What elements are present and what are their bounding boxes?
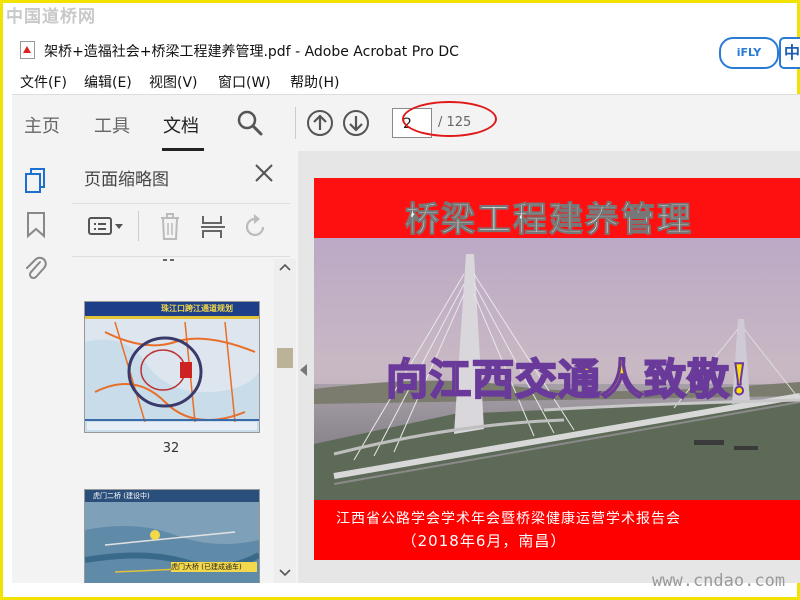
previous-thumbnail-label-fragment xyxy=(163,259,174,261)
pdf-file-icon xyxy=(20,41,35,59)
thumbnails-list: 珠江口跨江通道规划 32 虎门二桥 (建设中) 虎门大桥 (已建成通车) xyxy=(64,259,274,583)
menu-file[interactable]: 文件(F) xyxy=(20,72,67,92)
thumbnail-page-32[interactable]: 珠江口跨江通道规划 xyxy=(84,301,260,433)
pdf-page: 桥梁工程建养管理 向江西交通人致敬! 江西省公路学会学术年会暨桥梁健康运营学术报… xyxy=(314,178,800,560)
toolbar-separator xyxy=(295,107,296,139)
ifly-logo: iFLY xyxy=(719,37,779,69)
footer-conference-name: 江西省公路学会学术年会暨桥梁健康运营学术报告会 xyxy=(336,511,681,527)
thumbnail-options-icon[interactable] xyxy=(88,215,126,239)
previous-page-icon[interactable] xyxy=(306,109,334,137)
page-heading: 桥梁工程建养管理 xyxy=(405,200,693,241)
bookmark-icon[interactable] xyxy=(25,211,47,239)
thumbnail-page-33[interactable]: 虎门二桥 (建设中) 虎门大桥 (已建成通车) xyxy=(84,489,260,583)
scroll-down-icon[interactable] xyxy=(279,569,291,577)
map-thumbnail-image xyxy=(85,302,259,432)
menu-help[interactable]: 帮助(H) xyxy=(290,72,339,92)
page-footer-banner: 江西省公路学会学术年会暨桥梁健康运营学术报告会 （2018年6月，南昌） xyxy=(314,500,800,560)
thumbnail-page-label: 32 xyxy=(162,441,180,456)
ifly-input-widget[interactable]: iFLY 中 xyxy=(716,33,800,69)
close-icon[interactable] xyxy=(252,161,276,185)
panel-divider xyxy=(72,203,290,204)
ifly-language-indicator[interactable]: 中 xyxy=(779,37,800,69)
thumbnail-panel: 页面缩略图 珠江口跨江通道规划 32 虎门二桥 (建设中) 虎门大桥 (已建成通… xyxy=(64,151,299,583)
tab-document[interactable]: 文档 xyxy=(163,112,199,138)
thumbnail-heading: 虎门二桥 (建设中) xyxy=(93,492,150,500)
scrollbar-thumb[interactable] xyxy=(277,348,293,368)
attachment-icon[interactable] xyxy=(24,254,48,282)
page-slogan: 向江西交通人致敬! xyxy=(385,354,750,405)
annotation-ellipse xyxy=(402,101,497,137)
next-page-icon[interactable] xyxy=(342,109,370,137)
search-icon[interactable] xyxy=(236,109,264,137)
window-title: 架桥+造福社会+桥梁工程建养管理.pdf - Adobe Acrobat Pro… xyxy=(44,44,459,60)
menu-edit[interactable]: 编辑(E) xyxy=(84,72,132,92)
rotate-icon[interactable] xyxy=(241,213,269,241)
document-view[interactable]: 桥梁工程建养管理 向江西交通人致敬! 江西省公路学会学术年会暨桥梁健康运营学术报… xyxy=(298,151,800,583)
thumbnail-subtitle: 虎门大桥 (已建成通车) xyxy=(171,562,257,572)
menu-bar: 文件(F) 编辑(E) 视图(V) 窗口(W) 帮助(H) xyxy=(0,68,800,92)
thumbnail-panel-title: 页面缩略图 xyxy=(84,170,169,190)
page-thumbnails-icon[interactable] xyxy=(23,167,49,195)
menu-view[interactable]: 视图(V) xyxy=(149,72,198,92)
extract-pages-icon[interactable] xyxy=(200,213,226,241)
tab-home[interactable]: 主页 xyxy=(24,112,60,138)
thumbnail-heading: 珠江口跨江通道规划 xyxy=(161,304,233,313)
navigation-pane-strip xyxy=(12,151,65,583)
panel-toolbar-separator xyxy=(138,211,139,241)
delete-page-icon[interactable] xyxy=(159,213,181,241)
collapse-panel-icon[interactable] xyxy=(300,364,307,376)
site-watermark-top: 中国道桥网 xyxy=(6,7,96,27)
site-watermark-bottom: www.cndao.com xyxy=(652,571,786,591)
menu-window[interactable]: 窗口(W) xyxy=(218,72,271,92)
scroll-up-icon[interactable] xyxy=(279,263,291,271)
thumbnail-scrollbar[interactable] xyxy=(274,259,296,583)
panel-divider xyxy=(72,256,290,257)
tab-tools[interactable]: 工具 xyxy=(94,112,130,138)
footer-date-location: （2018年6月，南昌） xyxy=(401,532,567,550)
